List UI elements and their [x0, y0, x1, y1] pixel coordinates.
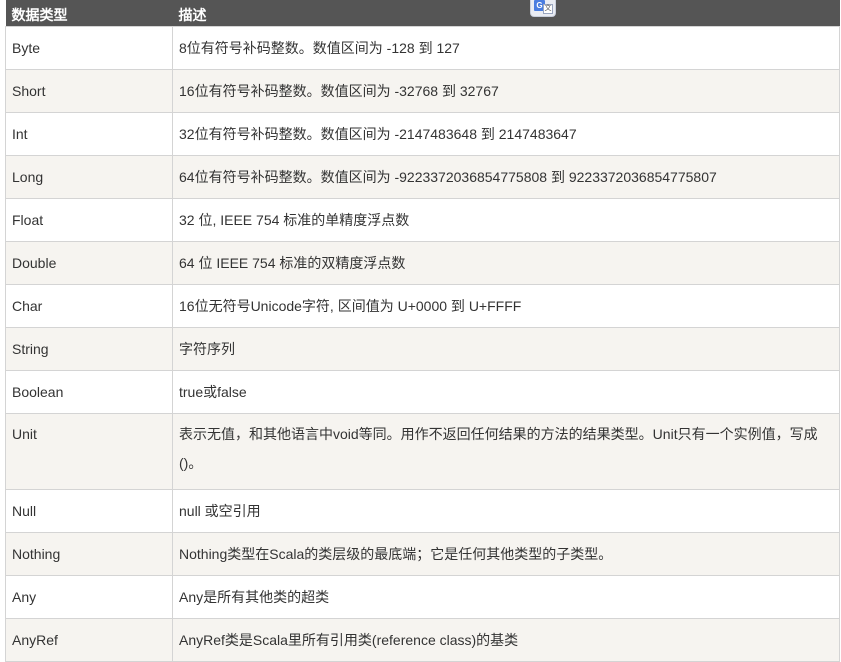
data-types-table-container: 数据类型 描述 Byte 8位有符号补码整数。数值区间为 -128 到 127 …	[5, 0, 840, 662]
description-cell: null 或空引用	[172, 489, 840, 533]
description-cell: 32位有符号补码整数。数值区间为 -2147483648 到 214748364…	[172, 112, 840, 156]
description-cell: 64 位 IEEE 754 标准的双精度浮点数	[172, 241, 840, 285]
table-row: Any Any是所有其他类的超类	[5, 575, 840, 619]
type-cell: Int	[5, 112, 173, 156]
type-cell: Char	[5, 284, 173, 328]
description-cell: 16位无符号Unicode字符, 区间值为 U+0000 到 U+FFFF	[172, 284, 840, 328]
table-row: Long 64位有符号补码整数。数值区间为 -92233720368547758…	[5, 155, 840, 199]
type-cell: Null	[5, 489, 173, 533]
table-row: Float 32 位, IEEE 754 标准的单精度浮点数	[5, 198, 840, 242]
table-row: Double 64 位 IEEE 754 标准的双精度浮点数	[5, 241, 840, 285]
description-cell: 16位有符号补码整数。数值区间为 -32768 到 32767	[172, 69, 840, 113]
type-cell: Long	[5, 155, 173, 199]
table-row: Char 16位无符号Unicode字符, 区间值为 U+0000 到 U+FF…	[5, 284, 840, 328]
type-cell: Float	[5, 198, 173, 242]
header-data-type: 数据类型	[5, 0, 173, 27]
table-row: Int 32位有符号补码整数。数值区间为 -2147483648 到 21474…	[5, 112, 840, 156]
description-cell: AnyRef类是Scala里所有引用类(reference class)的基类	[172, 618, 840, 662]
type-cell: Byte	[5, 26, 173, 70]
type-cell: Double	[5, 241, 173, 285]
table-row: Boolean true或false	[5, 370, 840, 414]
description-cell: 表示无值，和其他语言中void等同。用作不返回任何结果的方法的结果类型。Unit…	[172, 413, 840, 490]
description-cell: 8位有符号补码整数。数值区间为 -128 到 127	[172, 26, 840, 70]
header-description: 描述	[172, 0, 840, 27]
type-cell: String	[5, 327, 173, 371]
table-row: Byte 8位有符号补码整数。数值区间为 -128 到 127	[5, 26, 840, 70]
type-cell: Any	[5, 575, 173, 619]
type-cell: Unit	[5, 413, 173, 490]
google-translate-icon[interactable]: G 文	[530, 0, 556, 17]
data-types-table: 数据类型 描述 Byte 8位有符号补码整数。数值区间为 -128 到 127 …	[5, 0, 840, 662]
table-row: Short 16位有符号补码整数。数值区间为 -32768 到 32767	[5, 69, 840, 113]
type-cell: Nothing	[5, 532, 173, 576]
table-header-row: 数据类型 描述	[5, 0, 840, 27]
description-cell: 64位有符号补码整数。数值区间为 -9223372036854775808 到 …	[172, 155, 840, 199]
type-cell: AnyRef	[5, 618, 173, 662]
description-cell: Nothing类型在Scala的类层级的最底端；它是任何其他类型的子类型。	[172, 532, 840, 576]
description-cell: 字符序列	[172, 327, 840, 371]
table-row: Unit 表示无值，和其他语言中void等同。用作不返回任何结果的方法的结果类型…	[5, 413, 840, 490]
translate-wen-glyph: 文	[543, 4, 553, 14]
description-cell: true或false	[172, 370, 840, 414]
table-row: Null null 或空引用	[5, 489, 840, 533]
table-row: Nothing Nothing类型在Scala的类层级的最底端；它是任何其他类型…	[5, 532, 840, 576]
type-cell: Short	[5, 69, 173, 113]
table-row: String 字符序列	[5, 327, 840, 371]
type-cell: Boolean	[5, 370, 173, 414]
description-cell: Any是所有其他类的超类	[172, 575, 840, 619]
description-cell: 32 位, IEEE 754 标准的单精度浮点数	[172, 198, 840, 242]
table-row: AnyRef AnyRef类是Scala里所有引用类(reference cla…	[5, 618, 840, 662]
